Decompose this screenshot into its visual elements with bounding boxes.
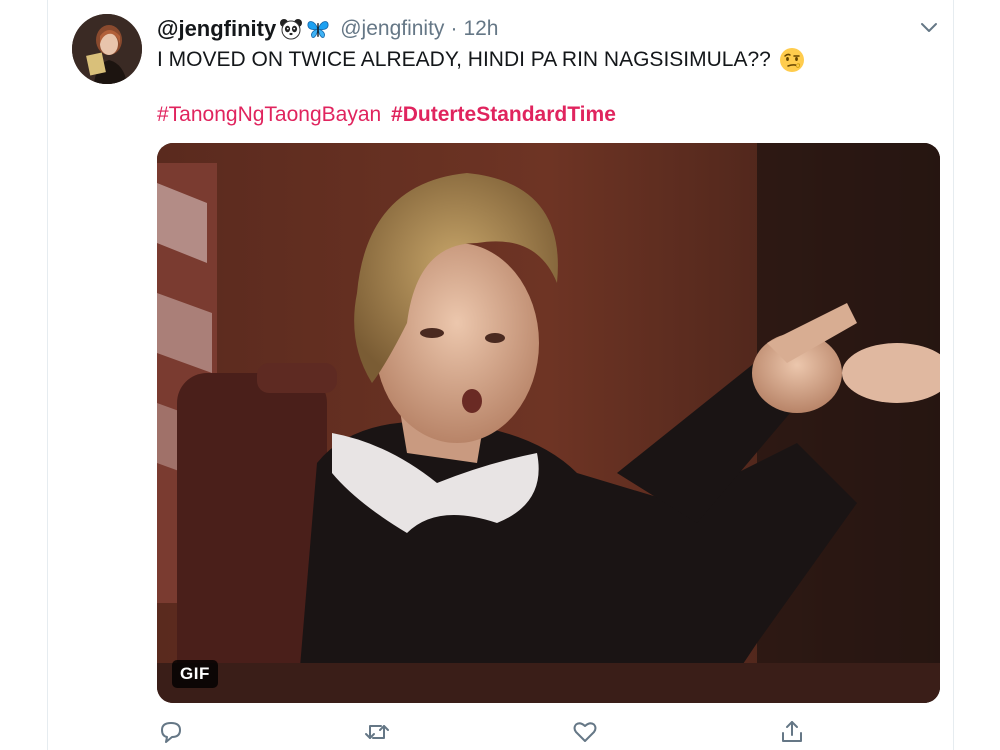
display-name[interactable]: @jengfinity — [157, 16, 276, 42]
share-icon[interactable] — [778, 718, 806, 746]
separator-dot: · — [450, 17, 458, 40]
panda-icon — [279, 17, 303, 41]
face-with-raised-eyebrow-icon — [779, 47, 805, 73]
hashtag-dutertestandardtime[interactable]: #DuterteStandardTime — [391, 103, 616, 126]
hashtags: #TanongNgTaongBayan #DuterteStandardTime — [157, 103, 616, 127]
tweet-header: @jengfinity @jengfinity · 12h — [157, 13, 498, 45]
timestamp[interactable]: 12h — [463, 17, 498, 41]
tweet-text-content: I MOVED ON TWICE ALREADY, HINDI PA RIN N… — [157, 48, 771, 71]
timeline-left-border — [47, 0, 48, 750]
gif-media[interactable]: GIF — [157, 143, 940, 703]
user-handle[interactable]: @jengfinity — [340, 17, 444, 41]
like-icon[interactable] — [571, 718, 599, 746]
chevron-down-icon[interactable] — [917, 15, 941, 39]
avatar[interactable] — [72, 14, 142, 84]
tweet-text: I MOVED ON TWICE ALREADY, HINDI PA RIN N… — [157, 47, 805, 73]
gif-badge: GIF — [172, 660, 218, 688]
hashtag-tanongngtaongbayan[interactable]: #TanongNgTaongBayan — [157, 103, 381, 126]
butterfly-icon — [306, 17, 330, 41]
retweet-icon[interactable] — [363, 718, 391, 746]
reply-icon[interactable] — [157, 718, 185, 746]
timeline-right-border — [953, 0, 954, 750]
